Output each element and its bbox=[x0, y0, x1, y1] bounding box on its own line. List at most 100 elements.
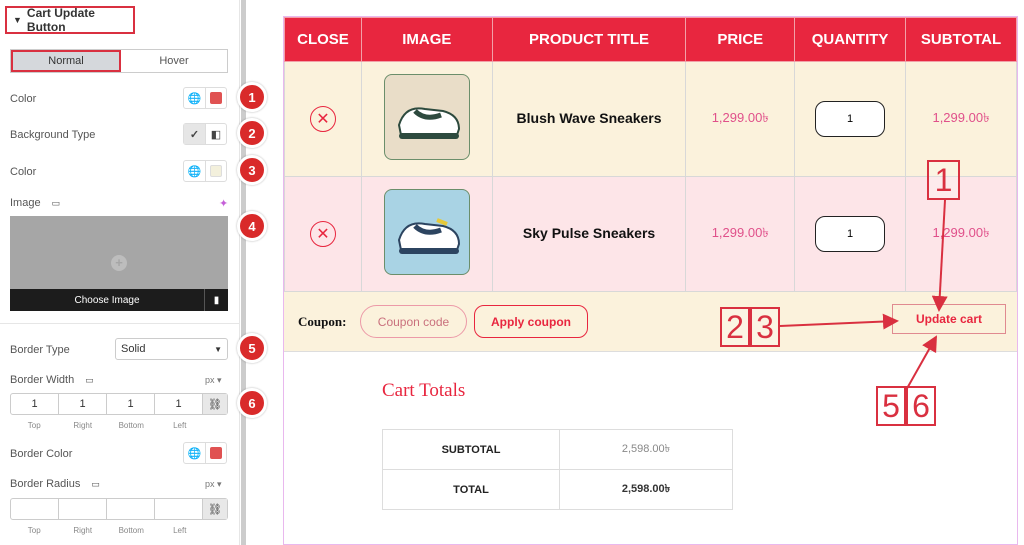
subtotal-value: 2,598.00৳ bbox=[559, 429, 733, 470]
background-type-label: Background Type bbox=[10, 129, 96, 141]
quantity-input[interactable]: 1 bbox=[815, 216, 886, 252]
dim-label-left: Left bbox=[173, 526, 187, 535]
dim-label-right: Right bbox=[73, 421, 93, 430]
image-label: Image ▭ bbox=[10, 197, 61, 209]
border-width-label: Border Width ▭ bbox=[10, 374, 94, 386]
product-title[interactable]: Blush Wave Sneakers bbox=[517, 110, 662, 126]
divider bbox=[0, 323, 240, 324]
border-type-value: Solid bbox=[121, 343, 146, 355]
apply-coupon-button[interactable]: Apply coupon bbox=[474, 305, 588, 338]
col-close: CLOSE bbox=[284, 17, 362, 62]
border-radius-dim-labels: Top Right Bottom Left bbox=[10, 526, 204, 535]
step-badge-6: 6 bbox=[237, 388, 267, 418]
border-radius-top[interactable] bbox=[11, 499, 59, 519]
gradient-icon[interactable]: ◧ bbox=[205, 124, 226, 144]
table-row: ✕ Sky Pulse Sneakers 1,299.00৳ 1 1,299.0… bbox=[284, 176, 1017, 292]
annotation-2: 2 bbox=[720, 307, 750, 347]
cart-header-row: CLOSE IMAGE PRODUCT TITLE PRICE QUANTITY… bbox=[284, 17, 1017, 62]
background-type-control: ✓ ◧ bbox=[183, 123, 227, 145]
color-swatch[interactable] bbox=[205, 88, 226, 108]
total-value: 2,598.00৳ bbox=[559, 469, 733, 510]
settings-panel: ▼ Cart Update Button Normal Hover Color … bbox=[0, 0, 240, 545]
table-row: SUBTOTAL 2,598.00৳ bbox=[382, 429, 733, 470]
border-width-bottom[interactable]: 1 bbox=[107, 394, 155, 414]
image-picker[interactable]: + Choose Image ▮ bbox=[10, 216, 228, 311]
cart-table: CLOSE IMAGE PRODUCT TITLE PRICE QUANTITY… bbox=[284, 17, 1017, 292]
dim-label-bottom: Bottom bbox=[118, 526, 144, 535]
border-width-top[interactable]: 1 bbox=[11, 394, 59, 414]
remove-item-button[interactable]: ✕ bbox=[309, 106, 336, 132]
globe-icon[interactable]: 🌐 bbox=[184, 88, 205, 108]
desktop-icon: ▭ bbox=[91, 479, 100, 489]
dim-label-top: Top bbox=[27, 526, 41, 535]
cart-totals-table: SUBTOTAL 2,598.00৳ TOTAL 2,598.00৳ bbox=[382, 429, 733, 510]
step-badge-2: 2 bbox=[237, 118, 267, 148]
annotation-3: 3 bbox=[750, 307, 780, 347]
trash-icon[interactable]: ▮ bbox=[204, 289, 228, 311]
product-image[interactable] bbox=[383, 73, 470, 160]
brush-icon[interactable]: ✓ bbox=[184, 124, 205, 144]
coupon-bar: Coupon: Coupon code Apply coupon Update … bbox=[284, 292, 1017, 352]
dim-label-bottom: Bottom bbox=[118, 421, 144, 430]
product-image[interactable] bbox=[383, 188, 470, 275]
subtotal-label: SUBTOTAL bbox=[382, 429, 560, 470]
col-title: PRODUCT TITLE bbox=[491, 17, 687, 62]
border-color-swatch[interactable] bbox=[205, 443, 226, 463]
border-radius-unit[interactable]: px ▾ bbox=[205, 479, 222, 490]
border-width-unit[interactable]: px ▾ bbox=[205, 375, 222, 386]
color-control: 🌐 bbox=[183, 87, 227, 109]
state-tabs: Normal Hover bbox=[10, 49, 228, 73]
step-badge-1: 1 bbox=[237, 82, 267, 112]
dim-label-left: Left bbox=[173, 421, 187, 430]
border-radius-inputs: ⛓ bbox=[10, 498, 228, 520]
product-title[interactable]: Sky Pulse Sneakers bbox=[523, 225, 655, 241]
cart-totals-title: Cart Totals bbox=[382, 380, 466, 401]
tab-hover[interactable]: Hover bbox=[121, 50, 227, 72]
color2-swatch[interactable] bbox=[205, 161, 226, 181]
color2-control: 🌐 bbox=[183, 160, 227, 182]
annotation-6: 6 bbox=[906, 386, 936, 426]
scrollbar[interactable] bbox=[241, 0, 246, 545]
annotation-1: 1 bbox=[927, 160, 960, 200]
link-icon[interactable]: ⛓ bbox=[203, 499, 227, 519]
update-cart-button[interactable]: Update cart bbox=[892, 304, 1006, 334]
col-subtotal: SUBTOTAL bbox=[905, 17, 1017, 62]
dim-label-top: Top bbox=[27, 421, 41, 430]
border-radius-bottom[interactable] bbox=[107, 499, 155, 519]
border-width-right[interactable]: 1 bbox=[59, 394, 107, 414]
coupon-label: Coupon: bbox=[298, 314, 347, 329]
coupon-input[interactable]: Coupon code bbox=[360, 305, 467, 338]
border-type-label: Border Type bbox=[10, 344, 70, 356]
step-badge-3: 3 bbox=[237, 155, 267, 185]
border-radius-right[interactable] bbox=[59, 499, 107, 519]
col-price: PRICE bbox=[685, 17, 796, 62]
globe-icon[interactable]: 🌐 bbox=[184, 443, 205, 463]
color2-label: Color bbox=[10, 166, 37, 178]
step-badge-4: 4 bbox=[237, 211, 267, 241]
border-radius-left[interactable] bbox=[155, 499, 203, 519]
remove-item-button[interactable]: ✕ bbox=[309, 221, 336, 247]
step-badge-5: 5 bbox=[237, 333, 267, 363]
border-width-left[interactable]: 1 bbox=[155, 394, 203, 414]
product-price: 1,299.00৳ bbox=[711, 224, 769, 240]
caret-down-icon: ▼ bbox=[13, 15, 22, 25]
section-toggle[interactable]: ▼ Cart Update Button bbox=[5, 6, 135, 34]
quantity-input[interactable]: 1 bbox=[815, 101, 886, 137]
dim-label-right: Right bbox=[73, 526, 93, 535]
border-radius-label: Border Radius ▭ bbox=[10, 478, 100, 490]
border-type-select[interactable]: Solid ▼ bbox=[115, 338, 228, 360]
col-quantity: QUANTITY bbox=[794, 17, 907, 62]
desktop-icon: ▭ bbox=[85, 375, 94, 385]
chevron-down-icon: ▼ bbox=[214, 344, 222, 354]
globe-icon[interactable]: 🌐 bbox=[184, 161, 205, 181]
choose-image-button[interactable]: Choose Image bbox=[10, 289, 204, 311]
border-width-dim-labels: Top Right Bottom Left bbox=[10, 421, 204, 430]
col-image: IMAGE bbox=[360, 17, 493, 62]
border-color-control: 🌐 bbox=[183, 442, 227, 464]
product-price: 1,299.00৳ bbox=[711, 109, 769, 125]
ai-sparkle-icon[interactable]: ✦ bbox=[219, 197, 228, 210]
link-icon[interactable]: ⛓ bbox=[203, 394, 227, 414]
product-subtotal: 1,299.00৳ bbox=[932, 109, 990, 125]
tab-normal[interactable]: Normal bbox=[11, 50, 121, 72]
annotation-5: 5 bbox=[876, 386, 906, 426]
